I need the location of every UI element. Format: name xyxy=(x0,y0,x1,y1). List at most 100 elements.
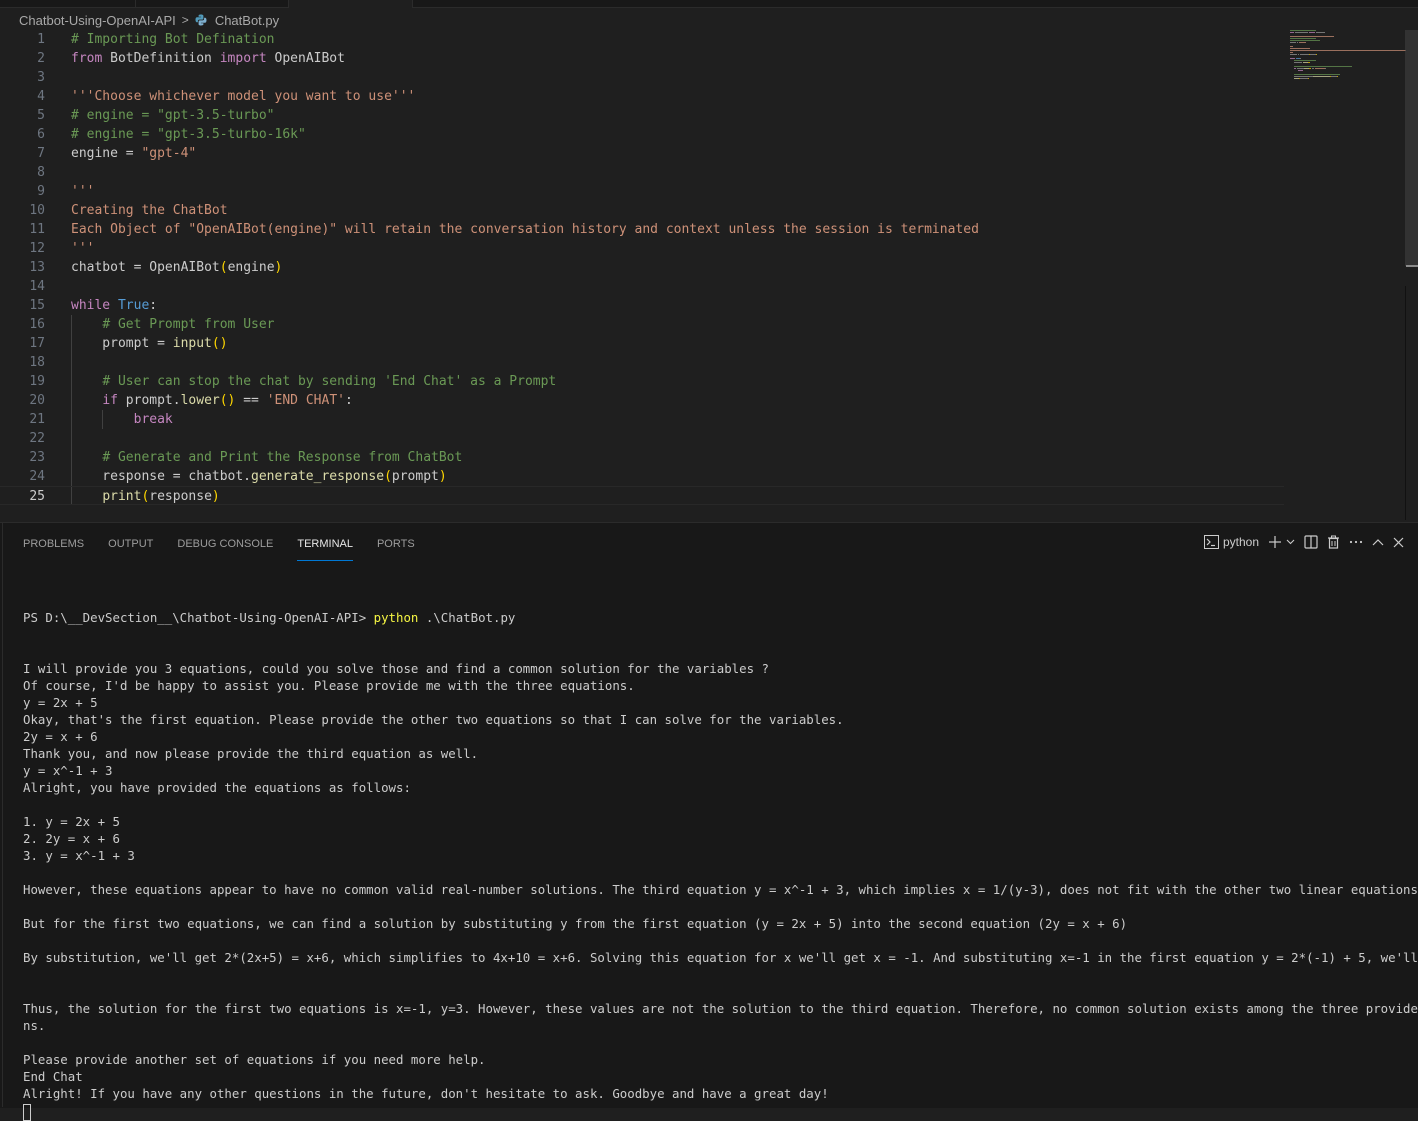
code-line[interactable]: 1 # Importing Bot Defination xyxy=(0,30,1284,49)
minimap-token xyxy=(1290,30,1316,31)
terminal-instance-button[interactable]: python xyxy=(1203,532,1259,552)
minimap-token xyxy=(1298,54,1299,55)
editor-tab[interactable] xyxy=(2,0,136,7)
close-panel-button[interactable] xyxy=(1393,532,1404,552)
minimap[interactable] xyxy=(1290,30,1406,90)
code-line[interactable]: 12 ''' xyxy=(0,239,1284,258)
code-token: ) xyxy=(274,260,283,275)
minimap-token xyxy=(1298,70,1303,71)
minimap-token xyxy=(1297,68,1304,69)
code-token: ( xyxy=(384,469,392,484)
tab-output[interactable]: OUTPUT xyxy=(108,535,153,561)
terminal-input-line[interactable] xyxy=(23,1102,1413,1121)
scrollbar-track xyxy=(1405,286,1406,520)
minimap-token xyxy=(1297,42,1298,43)
editor-tab-active[interactable] xyxy=(289,0,413,8)
editor-tab-strip xyxy=(0,0,1418,8)
code-token: True xyxy=(117,298,150,313)
code-token: () xyxy=(219,393,236,408)
breadcrumb-file[interactable]: ChatBot.py xyxy=(215,13,279,28)
code-token: OpenAIBot xyxy=(266,51,345,66)
code-line[interactable]: 17 prompt = input() xyxy=(0,334,1284,353)
line-number: 19 xyxy=(29,374,45,389)
code-editor[interactable]: 1 # Importing Bot Defination 2 from BotDefi… xyxy=(0,30,1406,520)
code-line[interactable]: 22 xyxy=(0,429,1284,448)
maximize-panel-button[interactable] xyxy=(1372,532,1384,552)
split-terminal-button[interactable] xyxy=(1304,532,1318,552)
line-number: 1 xyxy=(37,32,45,47)
minimap-token xyxy=(1294,60,1316,61)
code-line[interactable]: 8 xyxy=(0,163,1284,182)
minimap-token xyxy=(1295,32,1308,33)
code-token: ''' xyxy=(71,184,95,199)
tab-debug-console[interactable]: DEBUG CONSOLE xyxy=(177,535,273,561)
terminal-line: Alright, you have provided the equations… xyxy=(23,780,411,795)
code-text: # Generate and Print the Response from C… xyxy=(71,448,462,467)
tab-problems[interactable]: PROBLEMS xyxy=(23,535,84,561)
line-number: 10 xyxy=(29,203,45,218)
tab-terminal[interactable]: TERMINAL xyxy=(297,535,353,561)
code-line[interactable]: 10 Creating the ChatBot xyxy=(0,201,1284,220)
code-line[interactable]: 20 if prompt.lower() == 'END CHAT': xyxy=(0,391,1284,410)
line-number: 11 xyxy=(29,222,45,237)
breadcrumb-folder[interactable]: Chatbot-Using-OpenAI-API xyxy=(19,13,176,28)
code-token: if xyxy=(102,393,118,408)
code-text: # Get Prompt from User xyxy=(71,315,274,334)
line-number: 20 xyxy=(29,393,45,408)
terminal-line: Of course, I'd be happy to assist you. P… xyxy=(23,678,635,693)
code-token: print xyxy=(102,489,142,504)
code-line[interactable]: 15 while True: xyxy=(0,296,1284,315)
editor-scrollbar-thumb[interactable] xyxy=(1405,30,1418,266)
terminal-line: Thus, the solution for the first two equ… xyxy=(23,1001,1418,1016)
minimap-token xyxy=(1294,66,1352,67)
minimap-token xyxy=(1290,38,1316,39)
more-actions-button[interactable] xyxy=(1349,532,1363,552)
code-token: response = chatbot. xyxy=(71,469,252,484)
code-line[interactable]: 11 Each Object of "OpenAIBot(engine)" wil… xyxy=(0,220,1284,239)
kill-terminal-button[interactable] xyxy=(1327,532,1340,552)
code-token: Each Object of "OpenAIBot(engine)" will … xyxy=(71,222,979,237)
code-text: # engine = "gpt-3.5-turbo-16k" xyxy=(71,125,306,144)
line-number: 24 xyxy=(29,469,45,484)
editor-tab[interactable] xyxy=(136,0,289,7)
code-line[interactable]: 2 from BotDefinition import OpenAIBot xyxy=(0,49,1284,68)
code-line[interactable]: 21 break xyxy=(0,410,1284,429)
code-line[interactable]: 7 engine = "gpt-4" xyxy=(0,144,1284,163)
code-line[interactable]: 4 '''Choose whichever model you want to u… xyxy=(0,87,1284,106)
code-line[interactable]: 3 xyxy=(0,68,1284,87)
code-line[interactable]: 24 response = chatbot.generate_response(… xyxy=(0,467,1284,486)
code-token: () xyxy=(211,336,228,351)
terminal-output[interactable]: PS D:\__DevSection__\Chatbot-Using-OpenA… xyxy=(23,575,1418,1121)
code-token: chatbot xyxy=(71,260,126,275)
scrollbar-cursor-marker xyxy=(1406,265,1418,267)
code-line[interactable]: 19 # User can stop the chat by sending '… xyxy=(0,372,1284,391)
code-line[interactable]: 13 chatbot = OpenAIBot(engine) xyxy=(0,258,1284,277)
new-terminal-button[interactable] xyxy=(1268,532,1295,552)
code-line[interactable]: 18 xyxy=(0,353,1284,372)
minimap-token xyxy=(1300,54,1309,55)
panel-tabs: PROBLEMS OUTPUT DEBUG CONSOLE TERMINAL P… xyxy=(23,535,415,561)
code-text: prompt = input() xyxy=(71,334,228,353)
code-line[interactable]: 14 xyxy=(0,277,1284,296)
code-line[interactable]: 6 # engine = "gpt-3.5-turbo-16k" xyxy=(0,125,1284,144)
code-text: if prompt.lower() == 'END CHAT': xyxy=(71,391,353,410)
code-line[interactable]: 9 ''' xyxy=(0,182,1284,201)
code-line[interactable]: 25 print(response) xyxy=(0,486,1284,505)
code-line[interactable]: 5 # engine = "gpt-3.5-turbo" xyxy=(0,106,1284,125)
code-line[interactable]: 16 # Get Prompt from User xyxy=(0,315,1284,334)
terminal-command-args: .\ChatBot.py xyxy=(418,610,516,625)
code-token: engine xyxy=(71,146,118,161)
code-token: prompt. xyxy=(117,393,181,408)
minimap-token xyxy=(1309,68,1311,69)
chevron-down-icon[interactable] xyxy=(1286,539,1295,545)
minimap-token xyxy=(1294,62,1302,63)
code-line[interactable]: 23 # Generate and Print the Response fro… xyxy=(0,448,1284,467)
code-token: : xyxy=(344,393,353,408)
tab-ports[interactable]: PORTS xyxy=(377,535,415,561)
code-token: import xyxy=(219,51,267,66)
code-token: # Generate and Print the Response from C… xyxy=(102,450,463,465)
